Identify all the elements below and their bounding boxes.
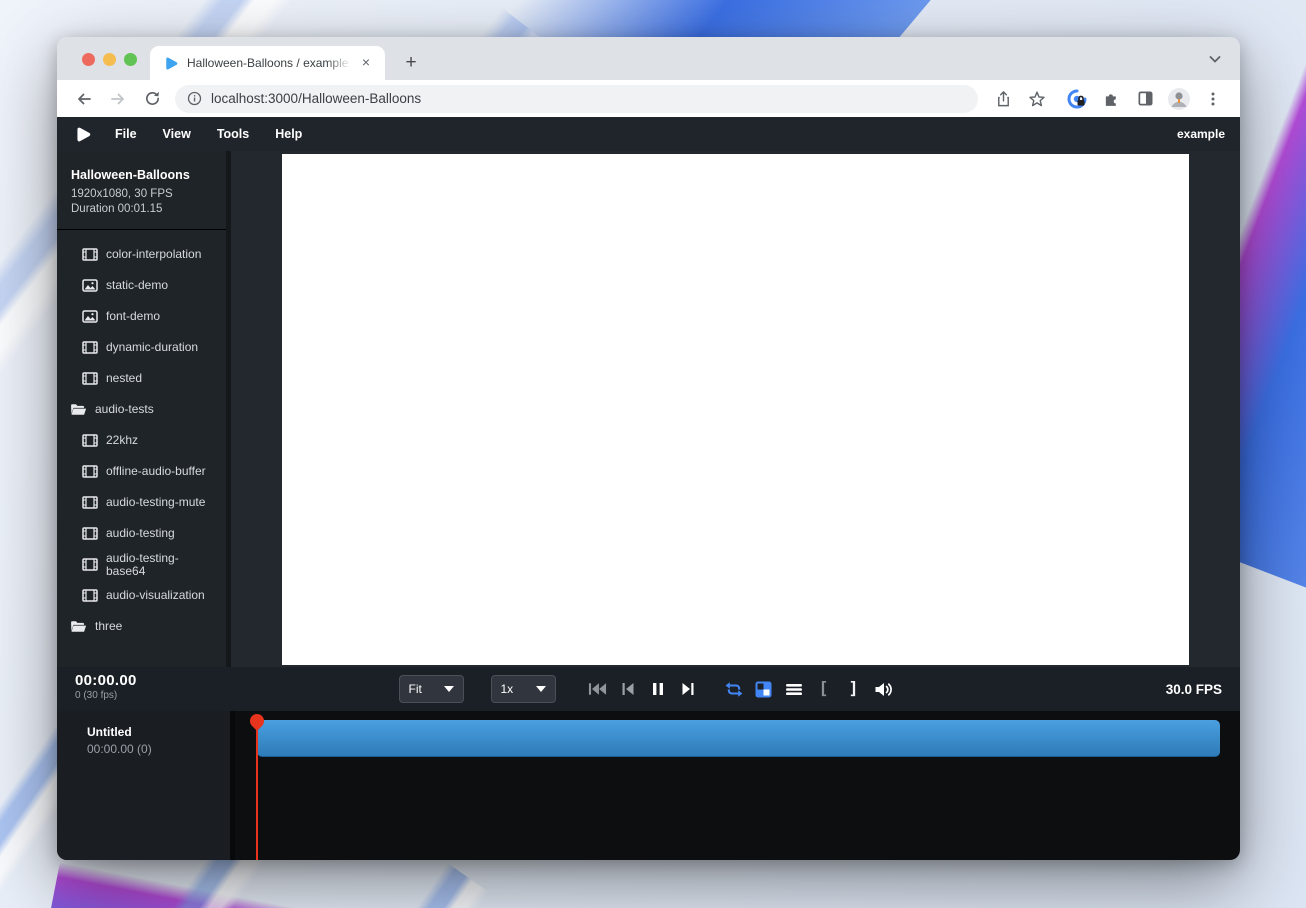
sidebar-item-dynamic-duration[interactable]: dynamic-duration [57, 332, 226, 363]
sidebar-item-color-interpolation[interactable]: color-interpolation [57, 239, 226, 270]
compositions-sidebar: Halloween-Balloons 1920x1080, 30 FPS Dur… [57, 151, 231, 667]
main-area: Halloween-Balloons 1920x1080, 30 FPS Dur… [57, 151, 1240, 667]
browser-toolbar: localhost:3000/Halloween-Balloons [57, 80, 1240, 117]
sidebar-folder-three[interactable]: three [57, 611, 226, 642]
composition-duration: Duration 00:01.15 [71, 203, 212, 215]
size-dropdown[interactable]: Fit [399, 675, 464, 703]
timeline-rows-button[interactable] [781, 676, 807, 702]
tab-strip: Halloween-Balloons / example × + [57, 37, 1240, 80]
film-icon [82, 558, 98, 571]
preview-area [231, 151, 1240, 667]
loop-toggle[interactable] [721, 676, 747, 702]
image-icon [82, 310, 98, 323]
film-icon [82, 341, 98, 354]
transparency-checkerboard-toggle[interactable] [751, 676, 777, 702]
browser-window: Halloween-Balloons / example × + localho… [57, 37, 1240, 860]
menu-view[interactable]: View [150, 127, 204, 141]
film-icon [82, 434, 98, 447]
sidebar-item-font-demo[interactable]: font-demo [57, 301, 226, 332]
close-window-button[interactable] [82, 53, 95, 66]
menu-file[interactable]: File [102, 127, 150, 141]
chevron-down-icon [444, 686, 454, 692]
current-frame: 0 (30 fps) [75, 690, 137, 701]
in-bracket-icon: [ [818, 679, 828, 699]
profile-avatar[interactable] [1166, 86, 1192, 112]
track-info: 00:00.00 (0) [87, 742, 220, 756]
composition-canvas[interactable] [282, 154, 1189, 665]
composition-list: color-interpolation static-demo font-dem… [57, 230, 226, 667]
menu-tools[interactable]: Tools [204, 127, 262, 141]
playhead-line[interactable] [256, 715, 258, 860]
folder-open-icon [70, 620, 87, 633]
browser-menu-icon[interactable] [1200, 86, 1226, 112]
time-display: 00:00.00 0 (30 fps) [75, 672, 137, 701]
composition-title: Halloween-Balloons [71, 168, 212, 182]
sidebar-item-nested[interactable]: nested [57, 363, 226, 394]
out-bracket-icon: ] [848, 679, 858, 699]
composition-info: Halloween-Balloons 1920x1080, 30 FPS Dur… [57, 151, 226, 230]
film-icon [82, 372, 98, 385]
browser-tab[interactable]: Halloween-Balloons / example × [150, 46, 385, 80]
speed-dropdown[interactable]: 1x [491, 675, 556, 703]
sidebar-item-audio-testing-mute[interactable]: audio-testing-mute [57, 487, 226, 518]
fps-display: 30.0 FPS [1166, 682, 1222, 697]
remotion-logo-icon [75, 126, 92, 143]
address-bar[interactable]: localhost:3000/Halloween-Balloons [175, 85, 978, 113]
tab-search-chevron-icon[interactable] [1206, 50, 1224, 68]
film-icon [82, 496, 98, 509]
share-icon[interactable] [990, 86, 1016, 112]
sidebar-item-audio-testing-base64[interactable]: audio-testing-base64 [57, 549, 226, 580]
folder-open-icon [70, 403, 87, 416]
traffic-lights [82, 53, 137, 66]
film-icon [82, 527, 98, 540]
chevron-down-icon [536, 686, 546, 692]
app-menu-bar: File View Tools Help example [57, 117, 1240, 151]
timeline-panel: Untitled 00:00.00 (0) [57, 711, 1240, 860]
menu-help[interactable]: Help [262, 127, 315, 141]
adblock-extension-icon[interactable] [1064, 86, 1090, 112]
volume-button[interactable] [871, 676, 897, 702]
site-info-icon[interactable] [187, 91, 202, 106]
sidebar-item-audio-testing[interactable]: audio-testing [57, 518, 226, 549]
next-frame-button[interactable] [675, 676, 701, 702]
skip-to-start-button[interactable] [585, 676, 611, 702]
sidebar-item-static-demo[interactable]: static-demo [57, 270, 226, 301]
remotion-favicon [164, 56, 179, 71]
sidebar-item-22khz[interactable]: 22khz [57, 425, 226, 456]
sidebar-item-audio-visualization[interactable]: audio-visualization [57, 580, 226, 611]
forward-button[interactable] [105, 86, 131, 112]
timeline-track-header: Untitled 00:00.00 (0) [57, 711, 235, 860]
composition-resolution: 1920x1080, 30 FPS [71, 188, 212, 200]
current-time: 00:00.00 [75, 672, 137, 689]
image-icon [82, 279, 98, 292]
in-point-button[interactable]: [ [811, 676, 837, 702]
project-badge: example [1177, 127, 1225, 141]
url-text: localhost:3000/Halloween-Balloons [211, 91, 421, 106]
film-icon [82, 465, 98, 478]
back-button[interactable] [71, 86, 97, 112]
sidebar-folder-audio-tests[interactable]: audio-tests [57, 394, 226, 425]
tab-close-icon[interactable]: × [357, 54, 375, 72]
timeline-lane [235, 711, 1240, 860]
extensions-puzzle-icon[interactable] [1098, 86, 1124, 112]
film-icon [82, 248, 98, 261]
new-tab-button[interactable]: + [397, 49, 425, 77]
sidebar-item-offline-audio-buffer[interactable]: offline-audio-buffer [57, 456, 226, 487]
toolbar-actions [986, 86, 1230, 112]
playback-controls-bar: 00:00.00 0 (30 fps) Fit 1x [57, 667, 1240, 711]
side-panel-icon[interactable] [1132, 86, 1158, 112]
bookmark-star-icon[interactable] [1024, 86, 1050, 112]
reload-button[interactable] [139, 86, 165, 112]
zoom-window-button[interactable] [124, 53, 137, 66]
sequence-bar[interactable] [257, 720, 1220, 757]
previous-frame-button[interactable] [615, 676, 641, 702]
pause-button[interactable] [645, 676, 671, 702]
track-name: Untitled [87, 725, 220, 739]
film-icon [82, 589, 98, 602]
tab-title: Halloween-Balloons / example [187, 56, 351, 70]
out-point-button[interactable]: ] [841, 676, 867, 702]
minimize-window-button[interactable] [103, 53, 116, 66]
